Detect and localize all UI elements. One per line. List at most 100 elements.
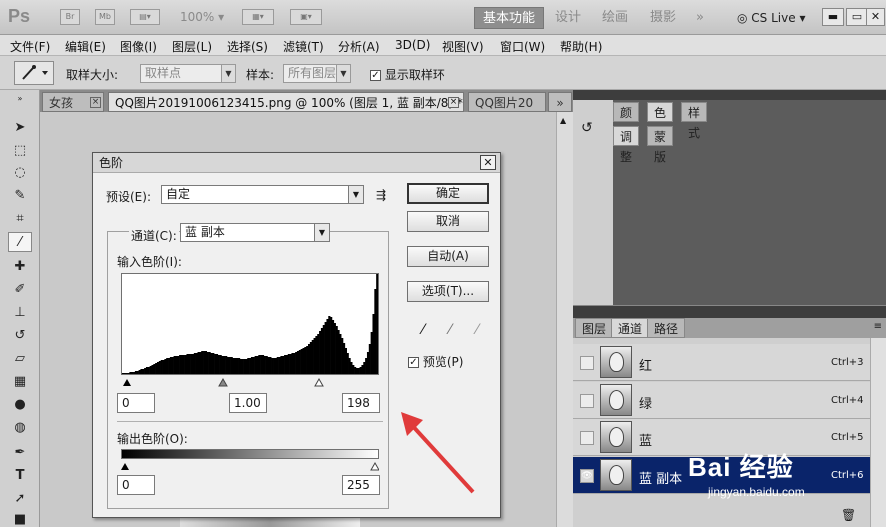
eye-icon[interactable]: 👁 bbox=[580, 469, 594, 483]
blur-tool-icon[interactable]: ● bbox=[8, 395, 32, 415]
menu-edit[interactable]: 编辑(E) bbox=[65, 38, 106, 55]
move-tool-icon[interactable]: ➤ bbox=[8, 118, 32, 138]
output-black-slider-handle[interactable] bbox=[121, 463, 129, 470]
delete-channel-icon[interactable]: 🗑 bbox=[841, 508, 856, 522]
auto-button[interactable]: 自动(A) bbox=[407, 246, 489, 267]
clone-stamp-tool-icon[interactable]: ⊥ bbox=[8, 303, 32, 323]
eyedropper-tool-icon[interactable]: ⁄ bbox=[8, 232, 32, 252]
output-black-field[interactable]: 0 bbox=[117, 475, 155, 495]
tab-styles[interactable]: 样式 bbox=[681, 102, 708, 140]
sample-size-select[interactable]: 取样点 ▼ bbox=[140, 64, 236, 83]
workspace-essentials[interactable]: 基本功能 bbox=[474, 7, 545, 29]
input-slider-track[interactable] bbox=[121, 376, 379, 387]
menu-layer[interactable]: 图层(L) bbox=[172, 38, 212, 55]
marquee-tool-icon[interactable]: ⬚ bbox=[8, 141, 32, 161]
arrange-documents-icon[interactable]: ▦▾ bbox=[242, 9, 274, 25]
white-eyedropper-icon[interactable]: ⁄ bbox=[470, 321, 484, 339]
workspace-photography[interactable]: 摄影 bbox=[642, 7, 684, 29]
preview-option[interactable]: ✓ 预览(P) bbox=[408, 353, 463, 370]
menu-help[interactable]: 帮助(H) bbox=[560, 38, 602, 55]
input-gamma-field[interactable]: 1.00 bbox=[229, 393, 267, 413]
lasso-tool-icon[interactable]: ◌ bbox=[8, 163, 32, 183]
tab-document-active[interactable]: QQ图片20191006123415.png @ 100% (图层 1, 蓝 副… bbox=[108, 92, 464, 112]
screen-mode-icon[interactable]: ▣▾ bbox=[290, 9, 322, 25]
minimize-icon[interactable]: ▬ bbox=[822, 8, 844, 26]
channel-row-red[interactable]: 红 Ctrl+3 bbox=[573, 344, 870, 381]
visibility-toggle[interactable] bbox=[580, 394, 594, 408]
menu-file[interactable]: 文件(F) bbox=[10, 38, 50, 55]
sample-select[interactable]: 所有图层 ▼ bbox=[283, 64, 351, 83]
menu-view[interactable]: 视图(V) bbox=[442, 38, 484, 55]
channel-row-green[interactable]: 绿 Ctrl+4 bbox=[573, 382, 870, 419]
menu-select[interactable]: 选择(S) bbox=[227, 38, 268, 55]
tab-channels[interactable]: 通道 bbox=[611, 318, 650, 338]
menu-window[interactable]: 窗口(W) bbox=[500, 38, 545, 55]
output-white-field[interactable]: 255 bbox=[342, 475, 380, 495]
channels-scrollbar[interactable] bbox=[870, 338, 886, 527]
quick-selection-tool-icon[interactable]: ✎ bbox=[8, 186, 32, 206]
tab-swatches[interactable]: 色板 bbox=[647, 102, 674, 140]
channel-select[interactable]: 蓝 副本 ▼ bbox=[180, 223, 330, 242]
gradient-tool-icon[interactable]: ▦ bbox=[8, 372, 32, 392]
history-brush-tool-icon[interactable]: ↺ bbox=[8, 326, 32, 346]
input-white-slider-handle[interactable] bbox=[314, 377, 324, 387]
more-workspaces-icon[interactable]: » bbox=[688, 7, 712, 29]
collapse-toolbar-icon[interactable]: » bbox=[8, 94, 32, 104]
tab-paths[interactable]: 路径 bbox=[647, 318, 686, 338]
dodge-tool-icon[interactable]: ◍ bbox=[8, 418, 32, 438]
close-tab-icon[interactable]: × bbox=[448, 97, 459, 108]
cs-live-menu[interactable]: ◎ CS Live ▾ bbox=[737, 8, 805, 28]
input-white-field[interactable]: 198 bbox=[342, 393, 380, 413]
maximize-icon[interactable]: ▭ bbox=[846, 8, 868, 26]
visibility-toggle[interactable] bbox=[580, 431, 594, 445]
brush-tool-icon[interactable]: ✐ bbox=[8, 280, 32, 300]
pen-tool-icon[interactable]: ✒ bbox=[8, 443, 32, 463]
view-extras-icon[interactable]: ▤▾ bbox=[130, 9, 160, 25]
output-slider-track[interactable] bbox=[121, 460, 380, 471]
show-ring-option[interactable]: ✓ 显示取样环 bbox=[370, 66, 445, 83]
type-tool-icon[interactable]: T bbox=[8, 466, 32, 486]
tab-layers[interactable]: 图层 bbox=[575, 318, 614, 338]
menu-image[interactable]: 图像(I) bbox=[120, 38, 157, 55]
tab-masks[interactable]: 蒙版 bbox=[647, 126, 674, 164]
menu-analysis[interactable]: 分析(A) bbox=[338, 38, 380, 55]
workspace-painting[interactable]: 绘画 bbox=[594, 7, 636, 29]
input-black-field[interactable]: 0 bbox=[117, 393, 155, 413]
preview-checkbox[interactable]: ✓ bbox=[408, 357, 419, 368]
healing-brush-tool-icon[interactable]: ✚ bbox=[8, 257, 32, 277]
workspace-design[interactable]: 设计 bbox=[547, 7, 589, 29]
visibility-toggle[interactable] bbox=[580, 356, 594, 370]
close-window-icon[interactable]: ✕ bbox=[866, 8, 885, 26]
scroll-up-icon[interactable]: ▲ bbox=[560, 116, 566, 125]
eraser-tool-icon[interactable]: ▱ bbox=[8, 349, 32, 369]
mini-bridge-icon[interactable]: Mb bbox=[95, 9, 115, 25]
crop-tool-icon[interactable]: ⌗ bbox=[8, 209, 32, 229]
more-tabs-icon[interactable]: » bbox=[548, 92, 572, 112]
cancel-button[interactable]: 取消 bbox=[407, 211, 489, 232]
bridge-icon[interactable]: Br bbox=[60, 9, 80, 25]
preset-options-icon[interactable]: ⇶ bbox=[376, 188, 386, 202]
gray-eyedropper-icon[interactable]: ⁄ bbox=[443, 321, 457, 339]
zoom-level[interactable]: 100% ▾ bbox=[180, 10, 224, 24]
preset-select[interactable]: 自定 ▼ bbox=[161, 185, 364, 204]
close-dialog-icon[interactable]: ✕ bbox=[480, 155, 496, 170]
tab-document-third[interactable]: QQ图片20 bbox=[468, 92, 546, 112]
ok-button[interactable]: 确定 bbox=[407, 183, 489, 204]
tab-color[interactable]: 颜色 bbox=[613, 102, 640, 140]
close-tab-icon[interactable]: × bbox=[90, 97, 101, 108]
input-gamma-slider-handle[interactable] bbox=[218, 377, 228, 387]
menu-3d[interactable]: 3D(D) bbox=[395, 38, 430, 52]
shape-tool-icon[interactable]: ■ bbox=[8, 510, 32, 527]
show-ring-checkbox[interactable]: ✓ bbox=[370, 70, 381, 81]
output-white-slider-handle[interactable] bbox=[370, 461, 380, 471]
path-selection-tool-icon[interactable]: ➚ bbox=[8, 489, 32, 509]
black-eyedropper-icon[interactable]: ⁄ bbox=[416, 321, 430, 339]
tool-preset-picker[interactable] bbox=[14, 61, 54, 85]
options-button[interactable]: 选项(T)... bbox=[407, 281, 489, 302]
panel-menu-icon[interactable]: ≡ bbox=[874, 321, 882, 332]
menu-filter[interactable]: 滤镜(T) bbox=[283, 38, 324, 55]
canvas-vertical-scrollbar[interactable]: ▲ bbox=[556, 112, 573, 527]
tab-document-girl[interactable]: 女孩 × bbox=[42, 92, 104, 112]
history-panel-icon[interactable]: ↺ bbox=[581, 120, 593, 136]
tab-adjustments[interactable]: 调整 bbox=[613, 126, 640, 164]
